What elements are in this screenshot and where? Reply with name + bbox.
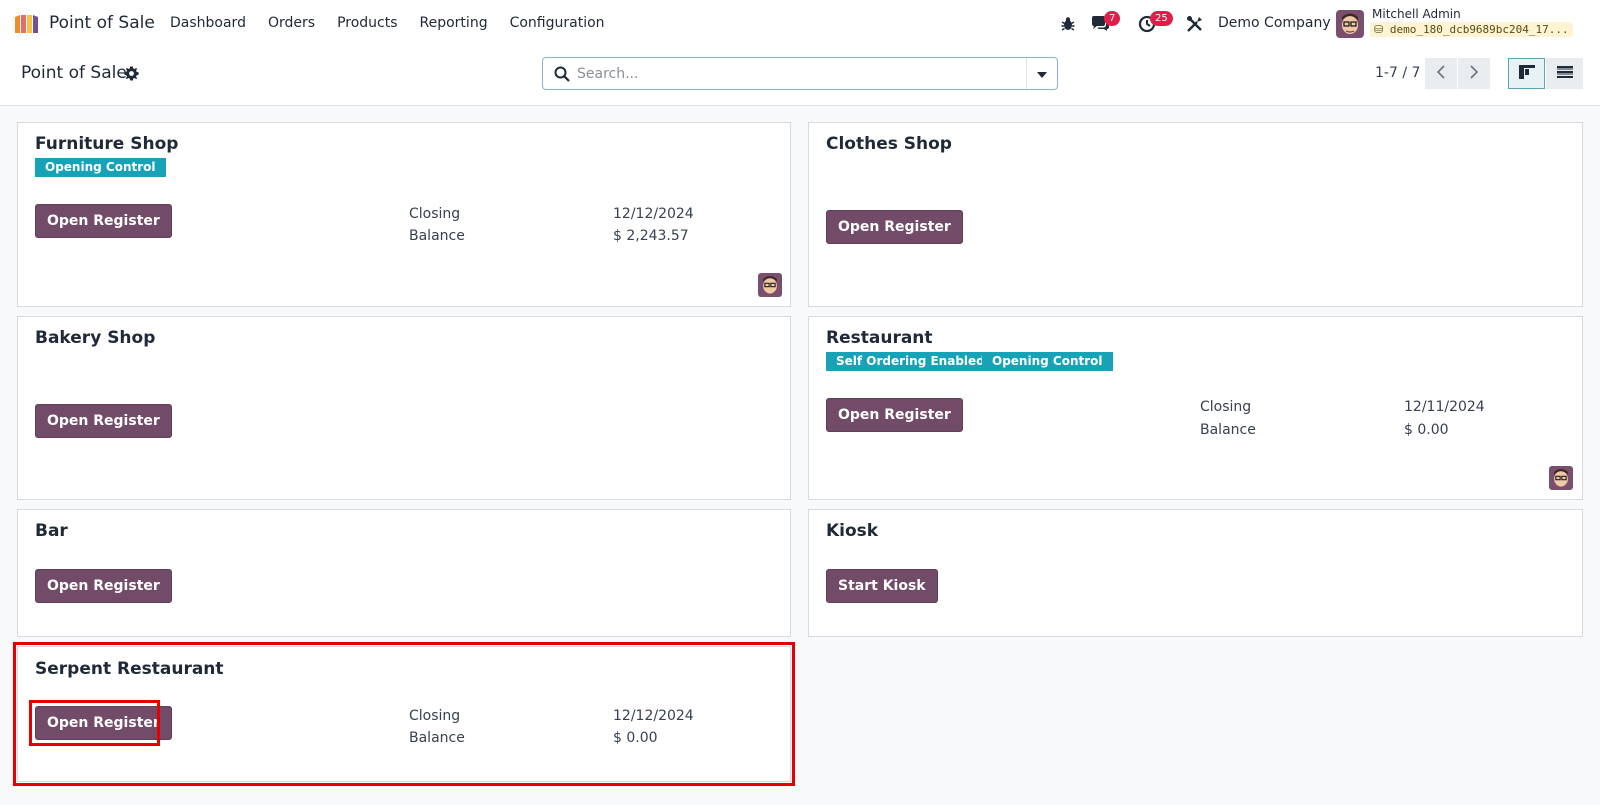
balance-value: $ 0.00: [613, 730, 658, 746]
pager-previous-button[interactable]: [1425, 58, 1457, 89]
balance-label: Balance: [409, 228, 465, 244]
closing-date: 12/11/2024: [1404, 399, 1485, 415]
bug-icon[interactable]: [1061, 14, 1081, 34]
messages-badge: 7: [1104, 11, 1121, 26]
menu-orders[interactable]: Orders: [268, 15, 315, 31]
balance-label: Balance: [1200, 422, 1256, 438]
balance-value: $ 0.00: [1404, 422, 1449, 438]
closing-date: 12/12/2024: [613, 206, 694, 222]
closing-date: 12/12/2024: [613, 708, 694, 724]
balance-label: Balance: [409, 730, 465, 746]
card-title: Kiosk: [826, 521, 879, 541]
pos-card-furniture-shop: Furniture Shop Opening Control Open Regi…: [17, 122, 791, 307]
activities-badge: 25: [1150, 11, 1173, 26]
tools-icon[interactable]: [1186, 14, 1206, 34]
search-box: [542, 57, 1058, 90]
open-register-button[interactable]: Open Register: [35, 404, 172, 438]
app-logo-icon[interactable]: [13, 13, 41, 35]
open-register-button[interactable]: Open Register: [826, 398, 963, 432]
menu-reporting[interactable]: Reporting: [420, 15, 488, 31]
gear-icon[interactable]: [124, 66, 139, 81]
menu-products[interactable]: Products: [337, 15, 397, 31]
tag-opening-control: Opening Control: [982, 352, 1113, 371]
card-title: Serpent Restaurant: [35, 659, 224, 679]
list-view-button[interactable]: [1546, 58, 1583, 89]
card-title: Bakery Shop: [35, 328, 156, 348]
card-title: Furniture Shop: [35, 134, 179, 154]
tag-opening-control: Opening Control: [35, 158, 166, 177]
pos-card-bakery-shop: Bakery Shop Open Register: [17, 316, 791, 500]
menu-dashboard[interactable]: Dashboard: [170, 15, 246, 31]
menu-configuration[interactable]: Configuration: [510, 15, 605, 31]
database-icon: ⛁: [1374, 23, 1384, 36]
user-name[interactable]: Mitchell Admin: [1372, 7, 1461, 21]
kanban-view-icon: [1518, 64, 1535, 83]
database-name: ⛁ demo_180_dcb9689bc204_17...: [1370, 22, 1573, 37]
balance-value: $ 2,243.57: [613, 228, 689, 244]
search-options-toggle[interactable]: [1026, 58, 1057, 89]
closing-label: Closing: [1200, 399, 1252, 415]
caret-down-icon: [1037, 66, 1047, 82]
open-register-button[interactable]: Open Register: [35, 569, 172, 603]
database-name-text: demo_180_dcb9689bc204_17...: [1389, 23, 1569, 36]
main-menu: Dashboard Orders Products Reporting Conf…: [170, 15, 627, 31]
pos-card-bar: Bar Open Register: [17, 509, 791, 637]
start-kiosk-button[interactable]: Start Kiosk: [826, 569, 938, 603]
card-title: Bar: [35, 521, 68, 541]
kanban-view-button[interactable]: [1508, 58, 1545, 89]
page-title: Point of Sale: [21, 63, 127, 83]
control-panel: Point of Sale 1-7 / 7: [0, 48, 1600, 106]
card-title: Restaurant: [826, 328, 933, 348]
search-icon: [554, 66, 570, 82]
search-input[interactable]: [577, 63, 1007, 85]
card-title: Clothes Shop: [826, 134, 952, 154]
pager-next-button[interactable]: [1458, 58, 1490, 89]
top-navbar: Point of Sale Dashboard Orders Products …: [0, 0, 1600, 48]
open-register-button[interactable]: Open Register: [826, 210, 963, 244]
closing-label: Closing: [409, 708, 461, 724]
pos-card-kiosk: Kiosk Start Kiosk: [808, 509, 1583, 637]
responsible-avatar[interactable]: [758, 273, 782, 297]
chevron-left-icon: [1436, 64, 1446, 83]
list-view-icon: [1556, 65, 1573, 83]
app-name[interactable]: Point of Sale: [49, 13, 155, 33]
pos-card-serpent-restaurant: Serpent Restaurant Open Register Closing…: [17, 646, 791, 782]
open-register-button[interactable]: Open Register: [35, 706, 172, 740]
closing-label: Closing: [409, 206, 461, 222]
pos-card-restaurant: Restaurant Self Ordering Enabled Opening…: [808, 316, 1583, 500]
pager-value[interactable]: 1-7 / 7: [1375, 65, 1420, 81]
chevron-right-icon: [1469, 64, 1479, 83]
pos-card-clothes-shop: Clothes Shop Open Register: [808, 122, 1583, 307]
company-switcher[interactable]: Demo Company: [1218, 15, 1331, 31]
responsible-avatar[interactable]: [1549, 466, 1573, 490]
user-avatar[interactable]: [1336, 10, 1364, 38]
open-register-button[interactable]: Open Register: [35, 204, 172, 238]
tag-self-ordering-enabled: Self Ordering Enabled: [826, 352, 995, 371]
